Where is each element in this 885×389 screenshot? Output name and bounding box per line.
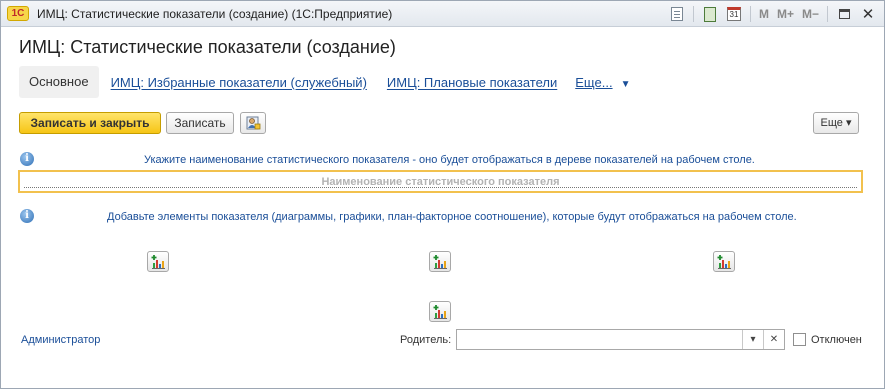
tabs-more-menu[interactable]: Еще... ▼ (575, 75, 630, 90)
name-hint-text: Укажите наименование статистического пок… (144, 154, 755, 166)
memory-minus-button[interactable]: M− (800, 4, 821, 24)
add-element-button-bottom[interactable] (429, 301, 451, 322)
disabled-checkbox[interactable] (793, 333, 806, 346)
info-icon: i (20, 209, 34, 223)
add-chart-icon (433, 304, 447, 319)
dropdown-arrow-icon: ▼ (620, 78, 631, 90)
add-chart-icon (717, 254, 731, 269)
tab-favorite-indicators[interactable]: ИМЦ: Избранные показатели (служебный) (111, 75, 367, 90)
app-window: 1С ИМЦ: Статистические показатели (созда… (0, 0, 885, 389)
save-button[interactable]: Записать (166, 112, 234, 134)
indicator-name-input[interactable] (20, 172, 861, 191)
tab-planned-indicators[interactable]: ИМЦ: Плановые показатели (387, 75, 557, 90)
add-chart-icon (433, 254, 447, 269)
parent-label: Родитель: (400, 334, 452, 346)
maximize-icon[interactable] (834, 4, 854, 24)
add-element-button-center[interactable] (429, 251, 451, 272)
1c-logo-icon: 1С (7, 6, 29, 21)
disabled-checkbox-label[interactable]: Отключен (811, 334, 862, 346)
form-tabs: Основное ИМЦ: Избранные показатели (служ… (19, 66, 630, 98)
add-chart-icon (151, 254, 165, 269)
clear-icon: ✕ (769, 334, 779, 345)
window-title: ИМЦ: Статистические показатели (создание… (37, 7, 393, 21)
toolbar-separator (749, 6, 751, 22)
access-rights-button[interactable] (240, 112, 266, 134)
parent-clear-button[interactable]: ✕ (763, 330, 784, 349)
page-title: ИМЦ: Статистические показатели (создание… (19, 37, 396, 57)
calculator-icon[interactable] (700, 4, 720, 24)
memory-plus-button[interactable]: M+ (775, 4, 796, 24)
info-icon: i (20, 152, 34, 166)
close-icon[interactable]: ✕ (858, 4, 878, 24)
more-actions-button[interactable]: Еще ▾ (813, 112, 859, 134)
add-element-button-right[interactable] (713, 251, 735, 272)
parent-input[interactable] (457, 330, 742, 349)
elements-hint-text: Добавьте элементы показателя (диаграммы,… (107, 211, 797, 223)
dropdown-arrow-icon: ▾ (750, 334, 756, 345)
document-icon[interactable] (667, 4, 687, 24)
calendar-icon[interactable]: 31 (724, 4, 744, 24)
author-link[interactable]: Администратор (21, 334, 100, 346)
save-and-close-button[interactable]: Записать и закрыть (19, 112, 161, 134)
tab-main[interactable]: Основное (19, 66, 99, 98)
toolbar-separator (827, 6, 828, 22)
parent-field[interactable]: ▾ ✕ (456, 329, 785, 350)
parent-dropdown-button[interactable]: ▾ (742, 330, 763, 349)
title-bar-tools: 31 M M+ M− ✕ (667, 4, 878, 24)
name-field-underline (24, 187, 857, 188)
memory-button[interactable]: M (757, 4, 771, 24)
title-bar: 1С ИМЦ: Статистические показатели (созда… (1, 1, 884, 27)
tabs-more-label: Еще... (575, 74, 613, 90)
indicator-name-field[interactable] (18, 170, 863, 193)
user-access-icon (246, 116, 261, 130)
toolbar-separator (692, 6, 694, 22)
add-element-button-left[interactable] (147, 251, 169, 272)
